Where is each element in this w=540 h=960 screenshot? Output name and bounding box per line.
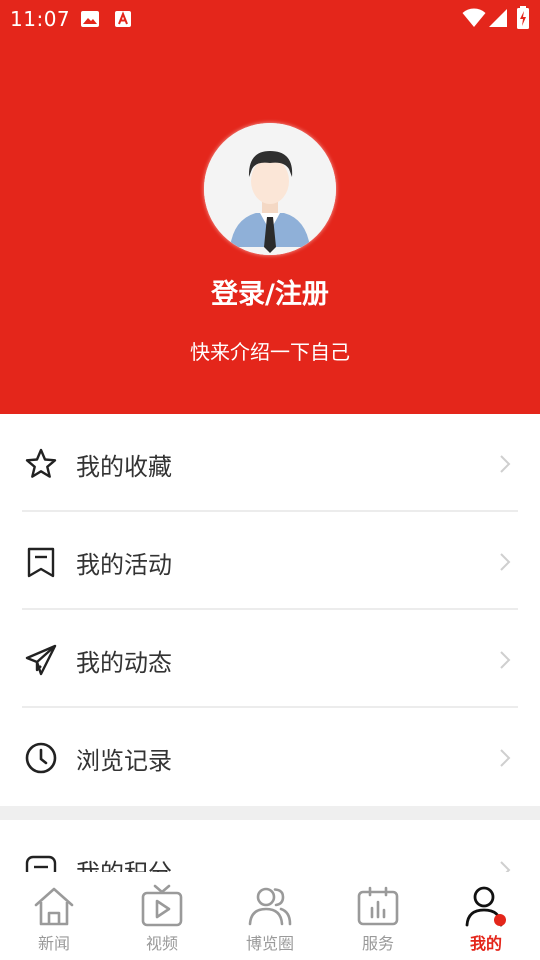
star-icon [25, 448, 57, 478]
gallery-notification-icon [81, 11, 99, 27]
profile-bio[interactable]: 快来介绍一下自己 [0, 336, 540, 365]
chevron-right-icon [500, 749, 511, 767]
avatar-person-icon [204, 123, 336, 255]
avatar[interactable] [204, 123, 336, 255]
menu-item-label: 我的积分 [76, 853, 172, 872]
tab-label: 新闻 [37, 934, 70, 953]
menu-item-posts[interactable]: 我的动态 [0, 610, 540, 708]
tab-services[interactable]: 服务 [324, 872, 432, 960]
tab-news[interactable]: 新闻 [0, 872, 108, 960]
login-register-link[interactable]: 登录/注册 [0, 272, 540, 311]
battery-charging-icon [517, 6, 529, 29]
tab-label: 我的 [469, 934, 502, 953]
home-icon [34, 887, 74, 926]
menu-item-label: 我的活动 [76, 551, 172, 579]
chart-calendar-icon [357, 886, 399, 926]
profile-menu: 我的收藏 我的活动 我的动态 浏览记录 [0, 414, 540, 806]
tab-video[interactable]: 视频 [108, 872, 216, 960]
clock-icon [25, 742, 57, 774]
menu-item-label: 我的收藏 [76, 453, 172, 481]
tab-label: 视频 [145, 934, 178, 953]
user-icon [465, 886, 506, 927]
menu-item-activities[interactable]: 我的活动 [0, 512, 540, 610]
menu-item-label: 浏览记录 [76, 747, 172, 775]
menu-item-history[interactable]: 浏览记录 [0, 708, 540, 806]
paper-plane-icon [25, 644, 57, 676]
wifi-icon [462, 8, 486, 27]
tab-expo-circle[interactable]: 博览圈 [216, 872, 324, 960]
bottom-tab-bar: 新闻 视频 博览圈 服务 我的 [0, 872, 540, 960]
menu-item-label: 我的动态 [76, 649, 172, 677]
chevron-right-icon [500, 455, 511, 473]
people-icon [248, 887, 292, 926]
menu-item-favorites[interactable]: 我的收藏 [0, 414, 540, 512]
section-gap [0, 806, 540, 820]
tab-label: 服务 [361, 934, 394, 953]
points-icon [25, 855, 57, 872]
tv-play-icon [141, 884, 183, 927]
chevron-right-icon [500, 553, 511, 571]
app-notification-icon [115, 11, 131, 27]
tab-label: 博览圈 [245, 934, 294, 953]
chevron-right-icon [500, 651, 511, 669]
tab-mine[interactable]: 我的 [432, 872, 540, 960]
menu-item-points[interactable]: 我的积分 [0, 820, 540, 872]
chevron-right-icon [500, 861, 511, 872]
profile-header: 11:07 登录/注册 快来介绍一下自己 [0, 0, 540, 414]
status-time: 11:07 [10, 7, 71, 31]
signal-icon [489, 9, 507, 27]
bookmark-icon [27, 547, 55, 578]
status-bar: 11:07 [0, 0, 540, 36]
